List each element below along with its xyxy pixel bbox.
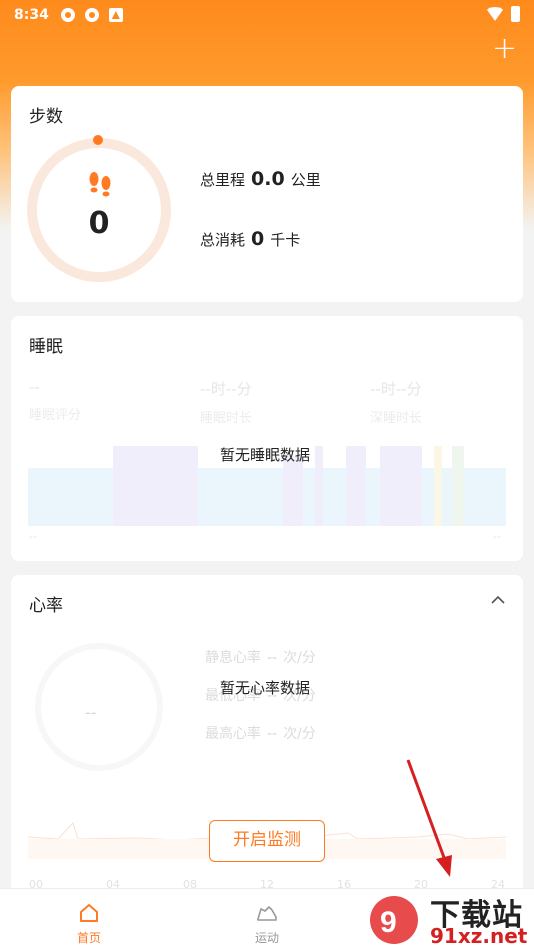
ring-progress-dot (93, 135, 103, 145)
resting-value: -- (267, 650, 278, 666)
calories-stat: 总消耗 0 千卡 (200, 228, 300, 250)
highest-heart-rate: 最高心率 -- 次/分 (205, 723, 316, 743)
calories-value: 0 (251, 228, 265, 250)
add-button[interactable]: + (492, 34, 517, 64)
sleep-duration: --时--分 睡眠时长 (200, 378, 252, 426)
calories-unit: 千卡 (270, 231, 301, 249)
resting-unit: 次/分 (283, 650, 316, 666)
watermark-domain: 91xz.net (430, 924, 528, 948)
resting-heart-rate: 静息心率 -- 次/分 (205, 647, 316, 667)
sleep-score: -- 睡眠评分 (29, 378, 81, 423)
sleep-duration-value: --时--分 (200, 380, 252, 398)
sleep-score-label: 睡眠评分 (29, 408, 82, 423)
distance-unit: 公里 (290, 171, 321, 189)
annotation-arrow (406, 759, 452, 877)
heart-rate-title: 心率 (29, 596, 63, 616)
status-right (487, 6, 520, 22)
deep-sleep-label: 深睡时长 (370, 411, 423, 426)
sleep-title: 睡眠 (29, 337, 63, 357)
sleep-duration-label: 睡眠时长 (200, 411, 253, 426)
heart-rate-empty-message: 暂无心率数据 (220, 679, 311, 697)
app-notification-icon (84, 8, 99, 22)
sleep-axis-start: -- (29, 530, 37, 543)
highest-value: -- (267, 726, 278, 742)
heart-rate-gauge-value: -- (85, 703, 97, 722)
highest-unit: 次/分 (283, 726, 316, 742)
sleep-empty-message: 暂无睡眠数据 (220, 446, 311, 464)
nav-item-home[interactable]: 首页 (0, 889, 178, 950)
deep-sleep-value: --时--分 (370, 380, 422, 398)
nav-label-home: 首页 (76, 931, 101, 945)
resting-label: 静息心率 (205, 650, 261, 666)
heart-rate-gauge (35, 643, 163, 771)
nav-item-sport[interactable]: 运动 (178, 889, 356, 950)
sleep-axis-end: -- (493, 530, 501, 543)
svg-text:9: 9 (380, 906, 397, 939)
app-notification-icon (60, 8, 75, 22)
steps-count: 0 (88, 206, 110, 241)
sleep-score-value: -- (29, 378, 40, 396)
wifi-icon (487, 7, 503, 21)
status-bar: 8:34 (0, 0, 534, 30)
shoe-icon (257, 906, 277, 921)
distance-stat: 总里程 0.0 公里 (200, 168, 321, 190)
app-notification-icon (108, 8, 123, 22)
home-icon (80, 904, 98, 922)
chevron-up-icon[interactable] (491, 593, 505, 607)
distance-label: 总里程 (200, 171, 246, 189)
steps-card[interactable]: 步数 0 总里程 0.0 公里 总消耗 0 千卡 (11, 86, 523, 302)
footprints-icon (89, 172, 111, 197)
start-monitoring-button[interactable]: 开启监测 (209, 820, 325, 862)
highest-label: 最高心率 (205, 726, 261, 742)
calories-label: 总消耗 (200, 231, 246, 249)
battery-icon (511, 6, 520, 22)
sleep-card[interactable]: 睡眠 -- 睡眠评分 --时--分 睡眠时长 --时--分 深睡时长 暂无睡眠数… (11, 316, 523, 561)
steps-title: 步数 (29, 107, 63, 127)
distance-value: 0.0 (251, 168, 285, 190)
status-time: 8:34 (14, 7, 49, 23)
deep-sleep: --时--分 深睡时长 (370, 378, 422, 426)
nav-label-sport: 运动 (254, 931, 279, 945)
